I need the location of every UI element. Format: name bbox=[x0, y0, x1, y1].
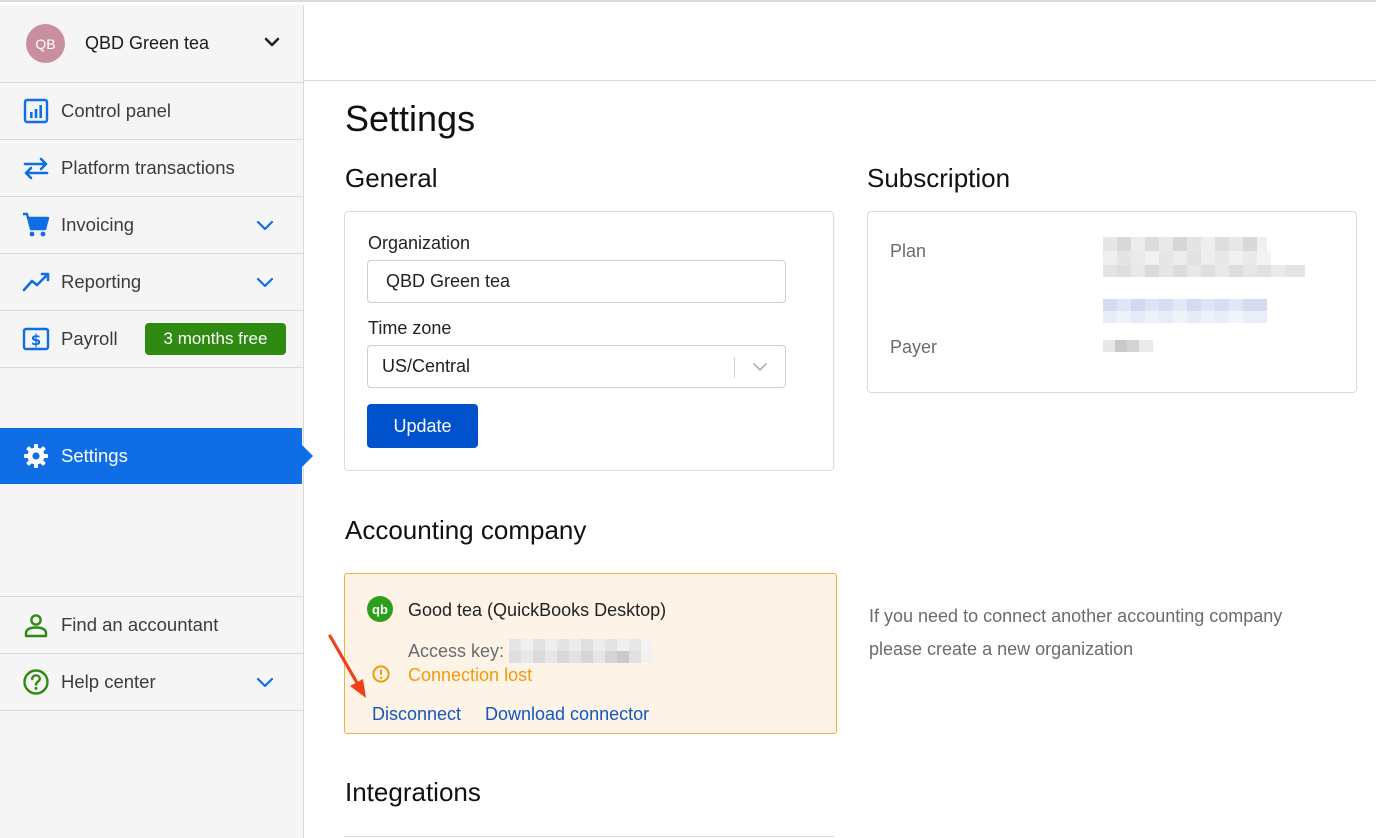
quickbooks-logo-icon: qb bbox=[367, 596, 393, 622]
subscription-title: Subscription bbox=[867, 163, 1011, 193]
chevron-down-icon[interactable] bbox=[255, 673, 275, 693]
sidebar-item-label: Payroll bbox=[61, 328, 118, 349]
sidebar-item-invoicing[interactable]: Invoicing bbox=[0, 197, 303, 254]
sidebar-item-label: Settings bbox=[61, 445, 128, 466]
avatar: QB bbox=[26, 24, 65, 63]
chevron-down-icon bbox=[753, 363, 767, 371]
help-icon bbox=[22, 668, 50, 696]
swap-arrows-icon bbox=[22, 154, 50, 182]
header-bar bbox=[304, 5, 1376, 81]
sidebar-item-label: Control panel bbox=[61, 100, 172, 121]
trend-line-icon bbox=[22, 268, 50, 296]
update-button[interactable]: Update bbox=[367, 404, 478, 448]
annotation-arrow-icon bbox=[328, 634, 366, 698]
sidebar-item-find-accountant[interactable]: Find an accountant bbox=[0, 597, 303, 654]
bar-chart-icon bbox=[22, 97, 50, 125]
org-switcher[interactable]: QB QBD Green tea bbox=[0, 5, 303, 83]
redacted-access-key bbox=[509, 639, 653, 663]
accounting-note: If you need to connect another accountin… bbox=[869, 606, 1283, 659]
sidebar-item-platform-transactions[interactable]: Platform transactions bbox=[0, 140, 303, 197]
general-card: Organization QBD Green tea Time zone US/… bbox=[344, 211, 834, 471]
sidebar-item-label: Find an accountant bbox=[61, 614, 219, 635]
disconnect-link[interactable]: Disconnect bbox=[372, 704, 461, 725]
time-zone-value: US/Central bbox=[382, 356, 471, 376]
accounting-title: Accounting company bbox=[345, 515, 587, 545]
sidebar-bottom: Find an accountant Help center bbox=[0, 596, 303, 711]
connection-status: Connection lost bbox=[408, 665, 533, 685]
gear-icon bbox=[22, 442, 50, 470]
sidebar-item-label: Invoicing bbox=[61, 214, 135, 235]
sidebar: QB QBD Green tea Control panel Platform … bbox=[0, 5, 313, 838]
time-zone-select[interactable]: US/Central bbox=[367, 345, 786, 388]
main-content: Settings General Organization QBD Green … bbox=[304, 5, 1376, 838]
payer-label: Payer bbox=[890, 337, 938, 357]
chevron-down-icon bbox=[264, 37, 280, 47]
time-zone-label: Time zone bbox=[368, 318, 452, 338]
download-connector-link[interactable]: Download connector bbox=[485, 704, 649, 725]
dollar-icon: $ bbox=[22, 325, 50, 353]
sidebar-item-reporting[interactable]: Reporting bbox=[0, 254, 303, 311]
plan-label: Plan bbox=[890, 241, 927, 261]
sidebar-item-help-center[interactable]: Help center bbox=[0, 654, 303, 711]
person-icon bbox=[22, 611, 50, 639]
redacted-payer-value bbox=[1103, 340, 1153, 352]
warning-icon bbox=[372, 665, 390, 683]
sidebar-item-settings[interactable]: Settings bbox=[0, 428, 313, 484]
svg-text:$: $ bbox=[31, 331, 41, 349]
promo-badge: 3 months free bbox=[145, 323, 286, 355]
sidebar-item-label: Platform transactions bbox=[61, 157, 235, 178]
organization-label: Organization bbox=[368, 233, 471, 253]
chevron-down-icon[interactable] bbox=[255, 216, 275, 236]
org-name: QBD Green tea bbox=[85, 33, 210, 53]
subscription-card: Plan Payer bbox=[867, 211, 1357, 393]
sidebar-item-label: Help center bbox=[61, 671, 156, 692]
redacted-plan-value bbox=[1103, 237, 1305, 323]
page-title: Settings bbox=[345, 98, 476, 139]
general-title: General bbox=[345, 163, 438, 193]
accounting-company-card: qb Good tea (QuickBooks Desktop) Access … bbox=[344, 573, 837, 734]
access-key-label: Access key: bbox=[408, 641, 505, 661]
chevron-down-icon[interactable] bbox=[255, 273, 275, 293]
sidebar-item-payroll[interactable]: $ Payroll 3 months free bbox=[0, 311, 303, 368]
cart-icon bbox=[22, 211, 50, 239]
company-name: Good tea (QuickBooks Desktop) bbox=[408, 600, 667, 620]
sidebar-item-control-panel[interactable]: Control panel bbox=[0, 83, 303, 140]
organization-input[interactable]: QBD Green tea bbox=[367, 260, 786, 303]
sidebar-item-label: Reporting bbox=[61, 271, 142, 292]
select-separator bbox=[734, 357, 735, 378]
integrations-title: Integrations bbox=[345, 777, 481, 807]
